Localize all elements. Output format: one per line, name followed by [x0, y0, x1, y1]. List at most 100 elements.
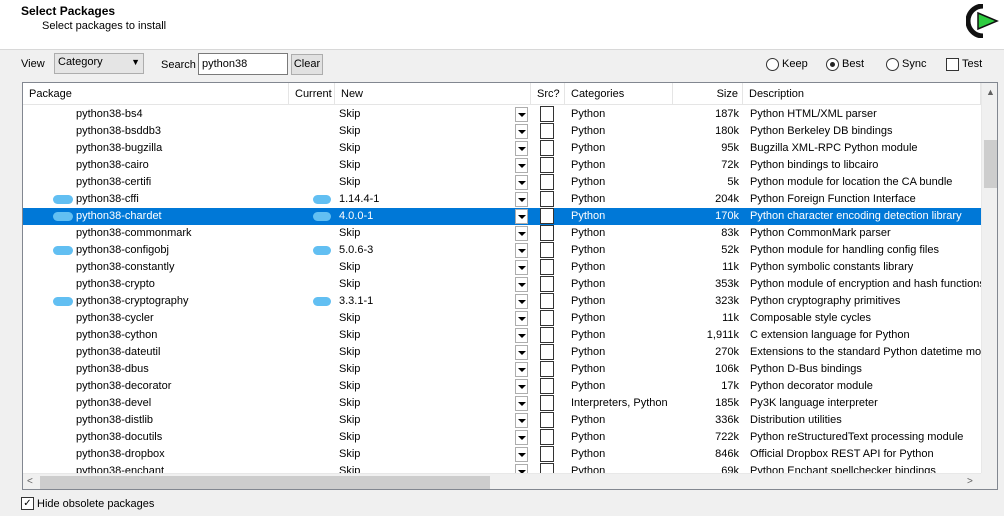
- hide-obsolete-checkbox[interactable]: ✓: [21, 497, 34, 510]
- new-version[interactable]: Skip: [339, 446, 515, 463]
- source-checkbox[interactable]: [540, 429, 554, 445]
- scroll-up-icon[interactable]: ▲: [986, 87, 995, 97]
- new-version[interactable]: Skip: [339, 327, 515, 344]
- version-dropdown-button[interactable]: [515, 260, 528, 275]
- version-dropdown-button[interactable]: [515, 379, 528, 394]
- version-dropdown-button[interactable]: [515, 141, 528, 156]
- table-row[interactable]: python38-bsddb3 Skip Python 180k Python Berk…: [23, 123, 981, 140]
- table-row[interactable]: python38-devel Skip Interpreters, Python 18…: [23, 395, 981, 412]
- source-checkbox[interactable]: [540, 208, 554, 224]
- version-dropdown-button[interactable]: [515, 175, 528, 190]
- new-version[interactable]: Skip: [339, 412, 515, 429]
- new-version[interactable]: Skip: [339, 429, 515, 446]
- source-checkbox[interactable]: [540, 191, 554, 207]
- source-checkbox[interactable]: [540, 174, 554, 190]
- clear-button[interactable]: Clear: [291, 54, 323, 75]
- search-input[interactable]: [198, 53, 288, 75]
- new-version[interactable]: Skip: [339, 310, 515, 327]
- table-row[interactable]: python38-bs4 Skip Python 187k Python HTML/XM…: [23, 106, 981, 123]
- column-header-new[interactable]: New: [335, 83, 531, 105]
- table-row[interactable]: python38-cryptography 3.3.1-1 Python 323k Py…: [23, 293, 981, 310]
- table-row[interactable]: python38-bugzilla Skip Python 95k Bugzilla X…: [23, 140, 981, 157]
- version-dropdown-button[interactable]: [515, 413, 528, 428]
- table-row[interactable]: python38-dateutil Skip Python 270k Extension…: [23, 344, 981, 361]
- horizontal-scrollbar[interactable]: < >: [23, 473, 981, 489]
- version-dropdown-button[interactable]: [515, 192, 528, 207]
- source-checkbox[interactable]: [540, 242, 554, 258]
- version-dropdown-button[interactable]: [515, 464, 528, 473]
- version-dropdown-button[interactable]: [515, 226, 528, 241]
- vertical-scrollbar[interactable]: ▲: [981, 83, 997, 473]
- source-checkbox[interactable]: [540, 259, 554, 275]
- version-dropdown-button[interactable]: [515, 362, 528, 377]
- version-dropdown-button[interactable]: [515, 430, 528, 445]
- source-checkbox[interactable]: [540, 412, 554, 428]
- version-dropdown-button[interactable]: [515, 107, 528, 122]
- new-version[interactable]: Skip: [339, 140, 515, 157]
- version-dropdown-button[interactable]: [515, 124, 528, 139]
- source-checkbox[interactable]: [540, 361, 554, 377]
- test-checkbox[interactable]: [946, 58, 959, 71]
- new-version[interactable]: Skip: [339, 123, 515, 140]
- vertical-scroll-thumb[interactable]: [984, 140, 997, 188]
- table-row[interactable]: python38-distlib Skip Python 336k Distributi…: [23, 412, 981, 429]
- table-row[interactable]: python38-dropbox Skip Python 846k Official D…: [23, 446, 981, 463]
- table-row[interactable]: python38-cffi 1.14.4-1 Python 204k Python Fo…: [23, 191, 981, 208]
- source-checkbox[interactable]: [540, 344, 554, 360]
- best-radio[interactable]: [826, 58, 839, 71]
- new-version[interactable]: Skip: [339, 276, 515, 293]
- source-checkbox[interactable]: [540, 446, 554, 462]
- table-row[interactable]: python38-cython Skip Python 1,911k C extensi…: [23, 327, 981, 344]
- version-dropdown-button[interactable]: [515, 345, 528, 360]
- table-row[interactable]: python38-configobj 5.0.6-3 Python 52k Python…: [23, 242, 981, 259]
- view-select[interactable]: Category ▼: [54, 53, 144, 74]
- table-row[interactable]: python38-enchant Skip Python 69k Python Ench…: [23, 463, 981, 473]
- source-checkbox[interactable]: [540, 327, 554, 343]
- version-dropdown-button[interactable]: [515, 243, 528, 258]
- source-checkbox[interactable]: [540, 276, 554, 292]
- column-header-current[interactable]: Current: [289, 83, 335, 105]
- table-row[interactable]: python38-certifi Skip Python 5k Python modul…: [23, 174, 981, 191]
- source-checkbox[interactable]: [540, 378, 554, 394]
- scroll-left-icon[interactable]: <: [27, 476, 33, 487]
- table-row[interactable]: python38-docutils Skip Python 722k Python re…: [23, 429, 981, 446]
- new-version[interactable]: 4.0.0-1: [339, 208, 515, 225]
- source-checkbox[interactable]: [540, 293, 554, 309]
- new-version[interactable]: Skip: [339, 395, 515, 412]
- table-row[interactable]: python38-cycler Skip Python 11k Composable s…: [23, 310, 981, 327]
- new-version[interactable]: Skip: [339, 361, 515, 378]
- table-row[interactable]: python38-cairo Skip Python 72k Python bindin…: [23, 157, 981, 174]
- source-checkbox[interactable]: [540, 463, 554, 473]
- new-version[interactable]: Skip: [339, 157, 515, 174]
- sync-radio[interactable]: [886, 58, 899, 71]
- new-version[interactable]: Skip: [339, 174, 515, 191]
- column-header-description[interactable]: Description: [743, 83, 981, 105]
- version-dropdown-button[interactable]: [515, 294, 528, 309]
- horizontal-scroll-thumb[interactable]: [40, 476, 490, 489]
- source-checkbox[interactable]: [540, 157, 554, 173]
- new-version[interactable]: Skip: [339, 225, 515, 242]
- new-version[interactable]: Skip: [339, 344, 515, 361]
- table-row[interactable]: python38-crypto Skip Python 353k Python modu…: [23, 276, 981, 293]
- column-header-size[interactable]: Size: [673, 83, 743, 105]
- source-checkbox[interactable]: [540, 395, 554, 411]
- version-dropdown-button[interactable]: [515, 158, 528, 173]
- new-version[interactable]: Skip: [339, 106, 515, 123]
- new-version[interactable]: Skip: [339, 378, 515, 395]
- table-row[interactable]: python38-constantly Skip Python 11k Python s…: [23, 259, 981, 276]
- column-header-categories[interactable]: Categories: [565, 83, 673, 105]
- keep-radio[interactable]: [766, 58, 779, 71]
- new-version[interactable]: 1.14.4-1: [339, 191, 515, 208]
- version-dropdown-button[interactable]: [515, 277, 528, 292]
- table-row[interactable]: python38-chardet 4.0.0-1 Python 170k Python …: [23, 208, 981, 225]
- source-checkbox[interactable]: [540, 140, 554, 156]
- version-dropdown-button[interactable]: [515, 447, 528, 462]
- source-checkbox[interactable]: [540, 310, 554, 326]
- column-header-package[interactable]: Package: [23, 83, 289, 105]
- version-dropdown-button[interactable]: [515, 209, 528, 224]
- source-checkbox[interactable]: [540, 123, 554, 139]
- new-version[interactable]: 5.0.6-3: [339, 242, 515, 259]
- new-version[interactable]: 3.3.1-1: [339, 293, 515, 310]
- column-header-src[interactable]: Src?: [531, 83, 565, 105]
- version-dropdown-button[interactable]: [515, 396, 528, 411]
